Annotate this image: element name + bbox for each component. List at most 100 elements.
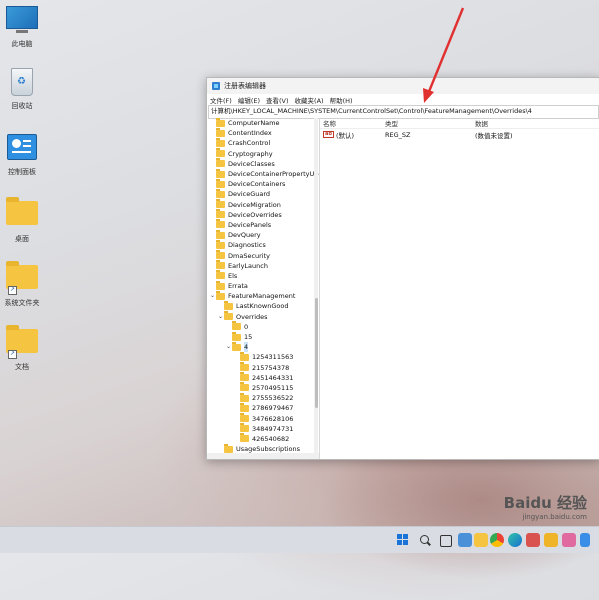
chrome-icon[interactable]: [490, 533, 504, 547]
tree-node[interactable]: 2570495115: [207, 382, 319, 393]
value-name: (默认): [335, 131, 355, 140]
string-value-icon: ab: [323, 131, 334, 138]
folder-icon: [216, 239, 225, 249]
tree-node[interactable]: DevicePanels: [207, 219, 319, 230]
tree-node[interactable]: DeviceClasses: [207, 158, 319, 169]
tree-node-label: 0: [244, 322, 249, 331]
tree-node[interactable]: DeviceContainerPropertyUpda: [207, 168, 320, 179]
tree-node[interactable]: Els: [207, 270, 319, 281]
folder-icon: [216, 290, 225, 300]
tree-node-label: EarlyLaunch: [228, 261, 268, 270]
tree-node[interactable]: ⌄ 4: [207, 341, 319, 353]
menu-help[interactable]: 帮助(H): [330, 95, 353, 105]
tree-node[interactable]: ComputerName: [207, 118, 319, 128]
column-data[interactable]: 数据: [475, 118, 599, 128]
tree-node[interactable]: Errata: [207, 280, 319, 291]
tree-node[interactable]: 0: [207, 321, 319, 332]
widgets-icon[interactable]: [458, 533, 472, 547]
folder-icon: [240, 423, 249, 433]
key-tree[interactable]: ComputerName ContentIndex CrashControl Cryp…: [207, 118, 320, 459]
tree-node[interactable]: 426540682: [207, 433, 319, 444]
tree-node[interactable]: ⌄ FeatureManagement: [207, 290, 319, 301]
chevron-down-icon[interactable]: ⌄: [209, 291, 216, 301]
tree-node[interactable]: 215754378: [207, 362, 319, 373]
menu-view[interactable]: 查看(V): [266, 95, 289, 105]
tree-node-label: 2755536522: [252, 394, 294, 403]
folder-icon: [224, 300, 233, 310]
tree-node-label: DevQuery: [228, 231, 261, 240]
tree-node[interactable]: Cryptography: [207, 148, 319, 159]
recycle-bin-shortcut[interactable]: ♻ 回收站: [2, 68, 42, 111]
tree-horizontal-scrollbar[interactable]: [207, 453, 319, 459]
value-row[interactable]: ab (默认) REG_SZ (数值未设置): [320, 129, 599, 140]
menu-favorites[interactable]: 收藏夹(A): [295, 95, 324, 105]
folder-icon: [216, 250, 225, 260]
folder-icon: [240, 351, 249, 361]
folder-icon: [216, 229, 225, 239]
tree-node[interactable]: 3476628106: [207, 413, 319, 423]
tree-node[interactable]: DeviceOverrides: [207, 209, 319, 220]
folder-icon: ↗: [6, 261, 38, 295]
tree-node[interactable]: DmaSecurity: [207, 250, 319, 260]
folder-icon: [216, 188, 225, 198]
taskbar: [0, 526, 599, 553]
task-view-icon[interactable]: [440, 535, 452, 547]
folder-icon: [232, 341, 241, 351]
recycle-bin-icon: ♻: [6, 68, 38, 98]
value-data: (数值未设置): [475, 131, 513, 140]
tree-node[interactable]: DevQuery: [207, 229, 319, 240]
start-icon[interactable]: [396, 533, 410, 547]
app-blue-icon[interactable]: [580, 533, 590, 547]
tree-node-label: DeviceContainerPropertyUpda: [228, 170, 320, 179]
search-icon[interactable]: [418, 533, 432, 547]
tree-node[interactable]: 1254311563: [207, 351, 319, 362]
tree-node-label: LastKnownGood: [236, 302, 289, 311]
tree-node[interactable]: 3484974731: [207, 423, 319, 434]
tree-node[interactable]: ContentIndex: [207, 127, 319, 138]
file-explorer-icon[interactable]: [474, 533, 488, 547]
tree-node[interactable]: 15: [207, 331, 319, 342]
tree-node[interactable]: LastKnownGood: [207, 300, 319, 311]
tree-node[interactable]: EarlyLaunch: [207, 260, 319, 271]
this-pc-shortcut[interactable]: 此电脑: [2, 6, 42, 49]
folder-icon: [232, 331, 241, 341]
column-name[interactable]: 名称: [320, 118, 385, 128]
folder-icon: [216, 209, 225, 219]
tree-node-label: DeviceOverrides: [228, 210, 282, 219]
tree-node[interactable]: DeviceContainers: [207, 178, 319, 189]
title-bar[interactable]: 注册表编辑器: [207, 78, 599, 94]
edge-icon[interactable]: [508, 533, 522, 547]
app-red-icon[interactable]: [526, 533, 540, 547]
chevron-down-icon[interactable]: ⌄: [217, 312, 224, 322]
tree-node[interactable]: CrashControl: [207, 137, 319, 148]
tree-node[interactable]: DeviceGuard: [207, 188, 319, 199]
tree-node-label: Els: [228, 271, 238, 280]
system-folder-shortcut[interactable]: ↗ 系统文件夹: [2, 261, 42, 308]
desktop-icon-label: 回收站: [11, 102, 33, 110]
folder-icon: [216, 148, 225, 158]
address-bar[interactable]: 计算机\HKEY_LOCAL_MACHINE\SYSTEM\CurrentCon…: [208, 105, 599, 119]
folder-icon: [216, 280, 225, 290]
tree-node[interactable]: ⌄ Overrides: [207, 311, 319, 322]
tree-node-label: DeviceGuard: [228, 190, 271, 199]
shortcut-arrow-icon: ↗: [8, 286, 17, 295]
menu-file[interactable]: 文件(F): [210, 95, 232, 105]
tree-node[interactable]: 2755536522: [207, 392, 319, 403]
chevron-down-icon[interactable]: ⌄: [225, 342, 232, 352]
tree-node[interactable]: DeviceMigration: [207, 199, 319, 210]
tree-node[interactable]: 2786979467: [207, 402, 319, 413]
documents-shortcut[interactable]: ↗ 文档: [2, 325, 42, 372]
folder-icon: [216, 137, 225, 147]
app-yellow-icon[interactable]: [544, 533, 558, 547]
values-pane[interactable]: 名称 类型 数据 ab (默认) REG_SZ (数值未设置): [320, 118, 599, 459]
tree-node-label: ContentIndex: [228, 129, 272, 138]
tree-node-label: 426540682: [252, 434, 290, 443]
tree-scroll-thumb[interactable]: [315, 298, 318, 408]
control-panel-shortcut[interactable]: 控制面板: [2, 134, 42, 177]
tree-node[interactable]: Diagnostics: [207, 239, 319, 250]
column-type[interactable]: 类型: [385, 118, 475, 128]
app-pink-icon[interactable]: [562, 533, 576, 547]
tree-node[interactable]: 2451464331: [207, 372, 319, 383]
menu-edit[interactable]: 编辑(E): [238, 95, 260, 105]
desktop-folder-shortcut[interactable]: 桌面: [2, 197, 42, 244]
